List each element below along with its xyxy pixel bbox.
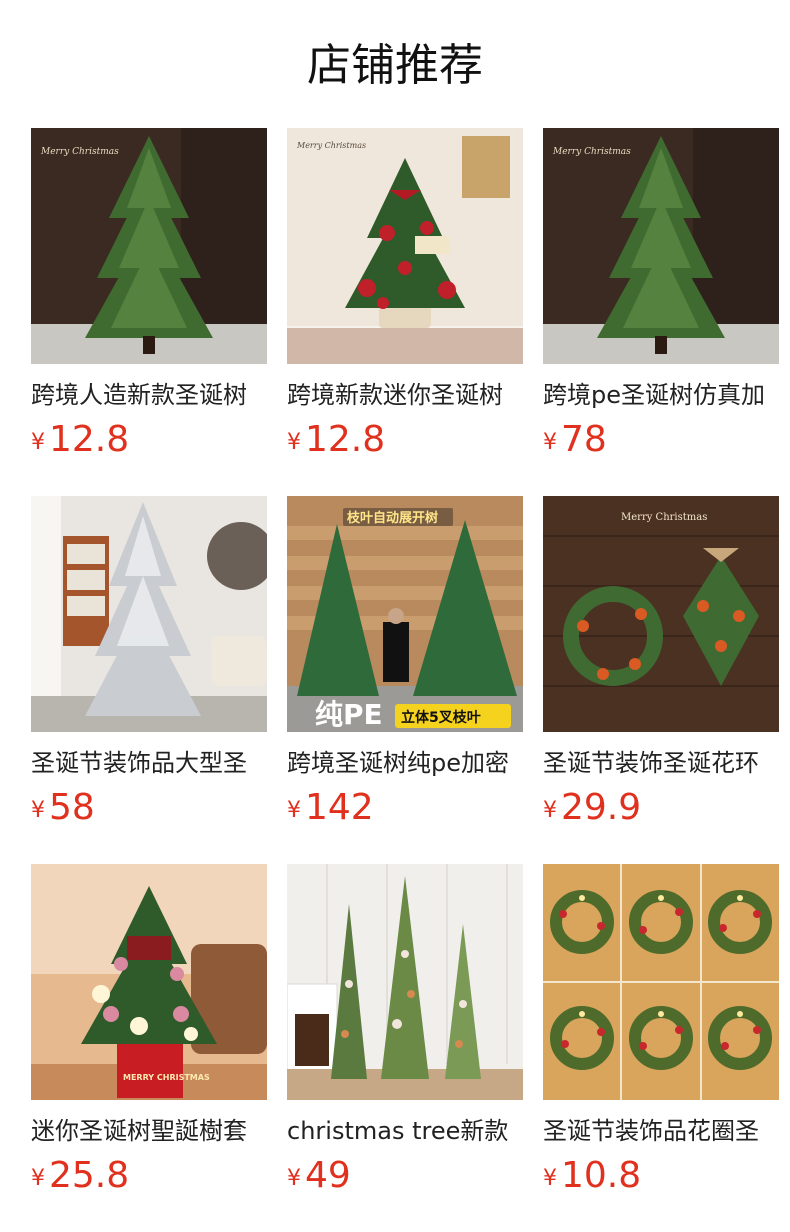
product-image[interactable]: Merry Christmas [31, 128, 267, 364]
image-caption: Merry Christmas [552, 147, 631, 157]
price-value: 10.8 [561, 1155, 642, 1196]
product-card[interactable]: 枝叶自动展开树 纯PE 立体5叉枝叶 跨境圣诞树纯pe加密 ¥142 [287, 496, 523, 836]
product-name[interactable]: 跨境pe圣诞树仿真加 [543, 378, 779, 412]
product-image[interactable]: Merry Christmas [543, 496, 779, 732]
product-card[interactable]: 圣诞节装饰品大型圣 ¥58 [31, 496, 267, 836]
product-price: ¥25.8 [31, 1154, 129, 1198]
currency-symbol: ¥ [543, 1166, 557, 1191]
product-name[interactable]: 跨境圣诞树纯pe加密 [287, 746, 523, 780]
price-value: 25.8 [49, 1155, 130, 1196]
product-card[interactable]: Merry Christmas 跨境pe圣诞树仿真加 ¥78 [543, 128, 779, 468]
currency-symbol: ¥ [287, 798, 301, 823]
product-price: ¥142 [287, 786, 374, 830]
currency-symbol: ¥ [287, 430, 301, 455]
product-price: ¥49 [287, 1154, 351, 1198]
product-card[interactable]: 圣诞节装饰品花圈圣 ¥10.8 [543, 864, 779, 1204]
product-image[interactable] [287, 864, 523, 1100]
product-image[interactable]: MERRY CHRISTMAS [31, 864, 267, 1100]
product-name[interactable]: 跨境人造新款圣诞树 [31, 378, 267, 412]
currency-symbol: ¥ [287, 1166, 301, 1191]
image-caption-3: 立体5叉枝叶 [401, 709, 481, 726]
product-price: ¥12.8 [287, 418, 385, 462]
price-value: 78 [561, 419, 607, 460]
image-caption: Merry Christmas [40, 147, 119, 157]
currency-symbol: ¥ [31, 1166, 45, 1191]
image-caption-2: 纯PE [315, 698, 383, 731]
product-name[interactable]: christmas tree新款 [287, 1114, 523, 1148]
product-name[interactable]: 迷你圣诞树聖誕樹套 [31, 1114, 267, 1148]
price-value: 12.8 [305, 419, 386, 460]
product-image[interactable] [543, 864, 779, 1100]
image-caption: 枝叶自动展开树 [346, 510, 438, 526]
product-card[interactable]: Merry Christmas 跨境新款迷你圣诞树 ¥12.8 [287, 128, 523, 468]
currency-symbol: ¥ [543, 798, 557, 823]
price-value: 12.8 [49, 419, 130, 460]
product-name[interactable]: 圣诞节装饰品花圈圣 [543, 1114, 779, 1148]
product-card[interactable]: Merry Christmas 圣诞节装饰圣诞花环 ¥29.9 [543, 496, 779, 836]
product-card[interactable]: christmas tree新款 ¥49 [287, 864, 523, 1204]
product-name[interactable]: 跨境新款迷你圣诞树 [287, 378, 523, 412]
price-value: 49 [305, 1155, 351, 1196]
product-image[interactable]: Merry Christmas [287, 128, 523, 364]
price-value: 142 [305, 787, 374, 828]
product-price: ¥78 [543, 418, 607, 462]
product-price: ¥58 [31, 786, 95, 830]
product-card[interactable]: Merry Christmas 跨境人造新款圣诞树 ¥12.8 [31, 128, 267, 468]
product-name[interactable]: 圣诞节装饰圣诞花环 [543, 746, 779, 780]
currency-symbol: ¥ [543, 430, 557, 455]
image-caption: Merry Christmas [296, 141, 366, 150]
product-card[interactable]: MERRY CHRISTMAS 迷你圣诞树聖誕樹套 ¥25.8 [31, 864, 267, 1204]
currency-symbol: ¥ [31, 430, 45, 455]
price-value: 58 [49, 787, 95, 828]
product-price: ¥29.9 [543, 786, 641, 830]
product-price: ¥10.8 [543, 1154, 641, 1198]
product-image[interactable]: 枝叶自动展开树 纯PE 立体5叉枝叶 [287, 496, 523, 732]
product-image[interactable]: Merry Christmas [543, 128, 779, 364]
price-value: 29.9 [561, 787, 642, 828]
page-title: 店铺推荐 [307, 40, 483, 91]
currency-symbol: ¥ [31, 798, 45, 823]
image-caption: MERRY CHRISTMAS [123, 1073, 210, 1082]
product-name[interactable]: 圣诞节装饰品大型圣 [31, 746, 267, 780]
image-caption: Merry Christmas [621, 512, 707, 523]
product-image[interactable] [31, 496, 267, 732]
product-price: ¥12.8 [31, 418, 129, 462]
